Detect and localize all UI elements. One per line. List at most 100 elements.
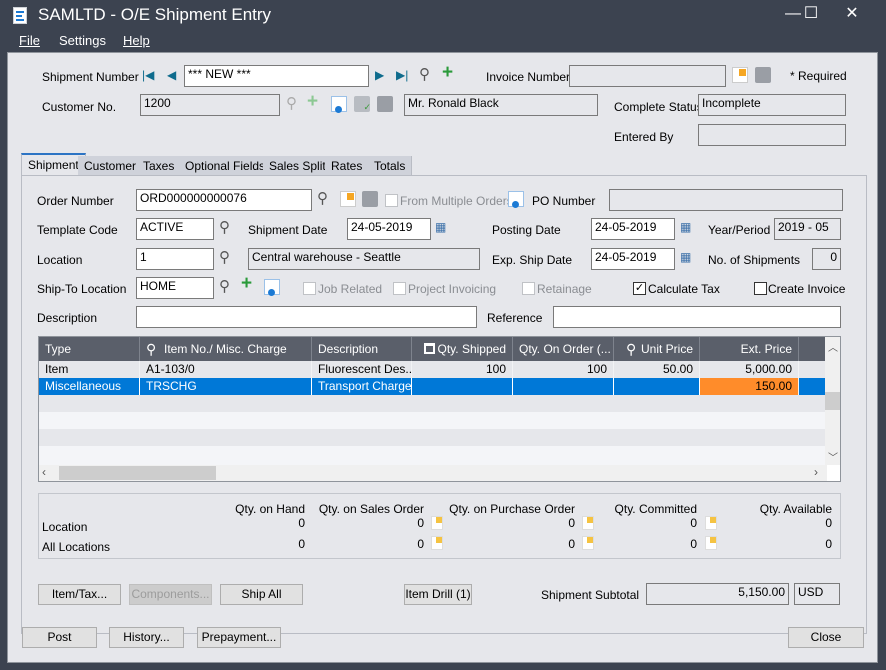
ship-all-button[interactable]: Ship All [220, 584, 303, 605]
reference-input[interactable] [553, 306, 841, 328]
vertical-scroll-thumb[interactable] [825, 392, 840, 410]
invoice-number-input[interactable] [569, 65, 726, 87]
calculate-tax-checkbox[interactable]: ✓ [633, 282, 646, 295]
vertical-scrollbar[interactable]: ︿ ﹀ [825, 337, 840, 465]
purchase-order-drilldown-icon[interactable] [582, 516, 594, 530]
cell-unit-price[interactable]: 50.00 [614, 361, 700, 378]
sales-order-drilldown-icon[interactable] [431, 516, 443, 530]
ship-to-location-input[interactable]: HOME [136, 277, 214, 299]
all-sales-order-drilldown-icon[interactable] [431, 536, 443, 550]
committed-drilldown-icon[interactable] [705, 516, 717, 530]
table-row[interactable]: Item A1-103/0 Fluorescent Des... 100 100… [39, 361, 827, 378]
ship-to-info-icon[interactable] [264, 279, 280, 296]
from-multiple-orders-checkbox[interactable] [385, 194, 398, 207]
prepayment-button[interactable]: Prepayment... [197, 627, 281, 648]
description-input[interactable] [136, 306, 477, 328]
search-icon[interactable]: ⚲ [419, 65, 430, 83]
tab-shipment[interactable]: Shipment [21, 153, 86, 176]
order-drilldown-icon[interactable] [340, 191, 356, 207]
drilldown-icon[interactable] [732, 67, 748, 83]
customer-add-icon[interactable]: + [307, 91, 318, 113]
cell-qty-on-order[interactable]: 100 [513, 361, 614, 378]
po-number-input[interactable] [609, 189, 843, 211]
location-search-icon[interactable]: ⚲ [219, 248, 230, 266]
menu-settings[interactable]: Settings [59, 33, 106, 48]
shipment-date-calendar-icon[interactable]: ▦ [435, 220, 446, 234]
order-info-icon[interactable] [508, 191, 524, 208]
cell-unit-price[interactable] [614, 378, 700, 395]
tab-sales-split[interactable]: Sales Split [263, 156, 333, 176]
customer-search-icon[interactable]: ⚲ [286, 94, 297, 112]
posting-date-calendar-icon[interactable]: ▦ [680, 220, 691, 234]
all-purchase-order-drilldown-icon[interactable] [582, 536, 594, 550]
close-window-button[interactable]: ✕ [829, 0, 875, 30]
column-header-unit-price[interactable]: ⚲ Unit Price [614, 337, 700, 361]
tab-customer[interactable]: Customer [78, 156, 144, 176]
exp-ship-date-input[interactable]: 24-05-2019 [591, 248, 675, 270]
table-row-selected[interactable]: Miscellaneous TRSCHG Transport Charges 1… [39, 378, 827, 395]
order-document-search-icon[interactable] [362, 191, 378, 207]
customer-no-input[interactable]: 1200 [140, 94, 280, 116]
column-header-description[interactable]: Description [312, 337, 412, 361]
horizontal-scroll-thumb[interactable] [59, 466, 216, 480]
history-button[interactable]: History... [109, 627, 184, 648]
last-record-icon[interactable]: ▶| [396, 68, 408, 82]
posting-date-input[interactable]: 24-05-2019 [591, 218, 675, 240]
tab-optional-fields[interactable]: Optional Fields [179, 156, 273, 176]
document-search-icon[interactable] [755, 67, 771, 83]
location-input[interactable]: 1 [136, 248, 214, 270]
cell-qty-shipped[interactable]: 100 [412, 361, 513, 378]
shipment-number-input[interactable]: *** NEW *** [184, 65, 369, 87]
scroll-right-icon[interactable]: › [814, 465, 818, 479]
column-header-ext-price[interactable]: Ext. Price [700, 337, 799, 361]
cell-qty-shipped[interactable] [412, 378, 513, 395]
cell-item-no[interactable]: A1-103/0 [140, 361, 312, 378]
add-icon[interactable]: + [442, 62, 453, 84]
column-header-type[interactable]: Type [39, 337, 140, 361]
item-drill-button[interactable]: Item Drill (1) [404, 584, 472, 605]
cell-ext-price-editing[interactable]: 150.00 [700, 378, 799, 395]
column-header-qty-on-order[interactable]: Qty. On Order (... [513, 337, 614, 361]
cell-ext-price[interactable]: 5,000.00 [700, 361, 799, 378]
column-header-qty-shipped[interactable]: Qty. Shipped [412, 337, 513, 361]
scroll-down-icon[interactable]: ﹀ [828, 449, 838, 464]
customer-info-icon[interactable] [331, 96, 347, 113]
scroll-left-icon[interactable]: ‹ [42, 465, 46, 479]
menu-help[interactable]: Help [123, 33, 150, 48]
cell-description[interactable]: Fluorescent Des... [312, 361, 412, 378]
customer-check-icon[interactable]: ✓ [354, 96, 371, 112]
column-header-item-no[interactable]: ⚲ Item No./ Misc. Charge [140, 337, 312, 361]
maximize-button[interactable]: ☐ [788, 0, 834, 30]
ship-to-search-icon[interactable]: ⚲ [219, 277, 230, 295]
first-record-icon[interactable]: |◀ [142, 68, 154, 82]
customer-document-search-icon[interactable] [377, 96, 393, 112]
item-tax-button[interactable]: Item/Tax... [38, 584, 121, 605]
retainage-checkbox[interactable] [522, 282, 535, 295]
shipment-date-input[interactable]: 24-05-2019 [347, 218, 431, 240]
components-button[interactable]: Components... [129, 584, 212, 605]
tab-taxes[interactable]: Taxes [137, 156, 182, 176]
menu-file[interactable]: File [19, 33, 40, 48]
template-code-input[interactable]: ACTIVE [136, 218, 214, 240]
project-invoicing-checkbox[interactable] [393, 282, 406, 295]
previous-record-icon[interactable]: ◀ [167, 68, 176, 82]
detail-grid[interactable]: Type ⚲ Item No./ Misc. Charge Description… [38, 336, 841, 482]
cell-qty-on-order[interactable] [513, 378, 614, 395]
cell-type[interactable]: Item [39, 361, 140, 378]
next-record-icon[interactable]: ▶ [375, 68, 384, 82]
scroll-up-icon[interactable]: ︿ [828, 339, 838, 354]
order-search-icon[interactable]: ⚲ [317, 189, 328, 207]
horizontal-scrollbar[interactable]: ‹ › [39, 465, 827, 481]
close-button[interactable]: Close [788, 627, 864, 648]
cell-description[interactable]: Transport Charges [312, 378, 412, 395]
template-search-icon[interactable]: ⚲ [219, 218, 230, 236]
exp-ship-date-calendar-icon[interactable]: ▦ [680, 250, 691, 264]
cell-item-no[interactable]: TRSCHG [140, 378, 312, 395]
post-button[interactable]: Post [22, 627, 97, 648]
order-number-input[interactable]: ORD000000000076 [136, 189, 312, 211]
create-invoice-checkbox[interactable] [754, 282, 767, 295]
all-committed-drilldown-icon[interactable] [705, 536, 717, 550]
job-related-checkbox[interactable] [303, 282, 316, 295]
cell-type[interactable]: Miscellaneous [39, 378, 140, 395]
tab-totals[interactable]: Totals [368, 156, 413, 176]
